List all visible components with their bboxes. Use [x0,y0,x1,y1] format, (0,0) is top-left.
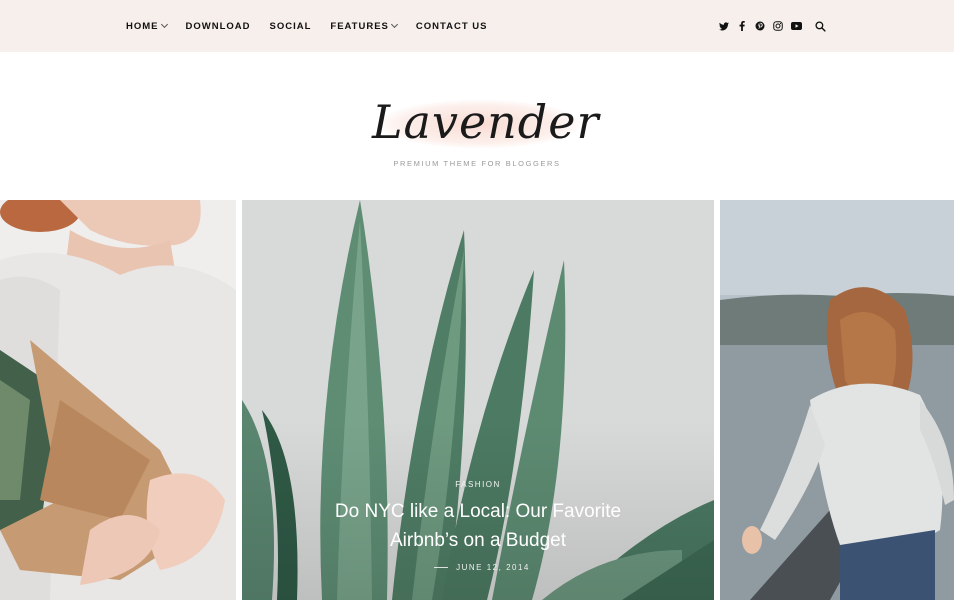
youtube-icon[interactable] [787,17,805,35]
featured-slider: FASHION Do NYC like a Local: Our Favorit… [0,200,954,600]
site-header: Lavender PREMIUM THEME FOR BLOGGERS [0,52,954,200]
facebook-icon[interactable] [733,17,751,35]
nav-item-contact-us[interactable]: CONTACT US [416,21,488,32]
nav-label-download: DOWNLOAD [185,20,251,32]
slide-left-image[interactable] [0,200,236,600]
nav-item-features[interactable]: FEATURES [330,20,398,32]
post-category[interactable]: FASHION [242,480,714,489]
site-logo[interactable]: Lavender [372,82,600,162]
nav-label-contact-us: CONTACT US [415,20,488,32]
post-title[interactable]: Do NYC like a Local: Our Favorite Airbnb… [242,497,714,555]
search-button[interactable] [811,17,829,35]
nav-label-social: SOCIAL [269,20,312,32]
nav-label-home: HOME [126,20,159,32]
pinterest-icon[interactable] [751,17,769,35]
nav-item-home[interactable]: HOME [126,20,168,32]
post-date: JUNE 12, 2014 [456,563,530,572]
nav-label-features: FEATURES [330,20,389,32]
post-meta: JUNE 12, 2014 [242,563,714,572]
featured-caption: FASHION Do NYC like a Local: Our Favorit… [242,480,714,572]
search-icon [814,20,826,32]
main-nav: HOME DOWNLOAD SOCIAL FEATURES CONTACT US [126,0,506,52]
nav-item-social[interactable]: SOCIAL [270,21,312,32]
chevron-down-icon [390,20,398,28]
social-links [715,0,805,52]
instagram-icon[interactable] [769,17,787,35]
twitter-icon[interactable] [715,17,733,35]
chevron-down-icon [160,20,168,28]
site-tagline: PREMIUM THEME FOR BLOGGERS [393,159,561,168]
post-title-line-2: Airbnb’s on a Budget [389,530,567,551]
nav-item-download[interactable]: DOWNLOAD [186,21,251,32]
date-divider [434,567,449,568]
top-bar: HOME DOWNLOAD SOCIAL FEATURES CONTACT US [0,0,954,52]
post-title-line-1: Do NYC like a Local: Our Favorite [334,501,622,522]
logo-text: Lavender [372,95,600,149]
slide-right-image[interactable] [720,200,954,600]
